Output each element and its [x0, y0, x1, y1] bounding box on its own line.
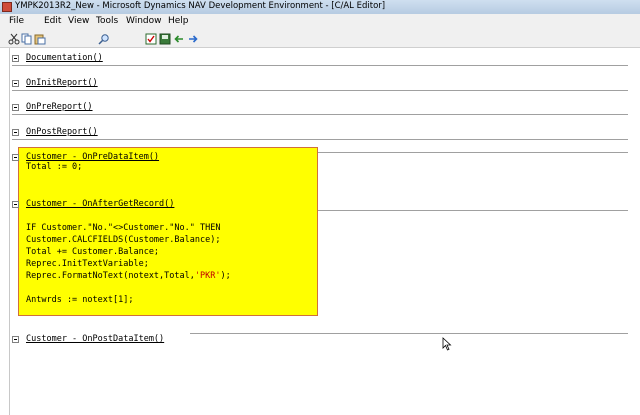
collapse-icon[interactable] [12, 129, 19, 136]
menu-view[interactable]: View [68, 16, 89, 26]
window-title: YMPK2013R2_New - Microsoft Dynamics NAV … [15, 1, 386, 11]
menu-bar: File Edit View Tools Window Help [0, 14, 640, 30]
menu-window[interactable]: Window [126, 16, 162, 26]
trigger-label: Documentation() [26, 53, 103, 63]
trigger-label: OnPreReport() [26, 102, 93, 112]
app-icon [2, 2, 12, 12]
trigger-label: Customer - OnPreDataItem() [26, 152, 160, 162]
back-icon[interactable] [173, 33, 185, 45]
code-string-literal: 'PKR' [194, 271, 221, 281]
cut-icon[interactable] [8, 33, 20, 45]
copy-icon[interactable] [21, 33, 33, 45]
trigger-separator [318, 210, 628, 211]
collapse-icon[interactable] [12, 336, 19, 343]
collapse-icon[interactable] [12, 80, 19, 87]
code-line[interactable]: Reprec.FormatNoText(notext,Total,'PKR'); [26, 271, 231, 281]
trigger-separator [12, 114, 628, 115]
menu-tools[interactable]: Tools [96, 16, 118, 26]
code-line[interactable]: IF Customer."No."<>Customer."No." THEN [26, 223, 220, 233]
trigger-label: Customer - OnPostDataItem() [26, 334, 165, 344]
trigger-label: Customer - OnAfterGetRecord() [26, 199, 175, 209]
menu-help[interactable]: Help [168, 16, 189, 26]
toolbar [0, 30, 640, 48]
collapse-icon[interactable] [12, 55, 19, 62]
save-icon[interactable] [159, 33, 171, 45]
code-text: ); [220, 271, 231, 281]
menu-file[interactable]: File [9, 16, 24, 26]
trigger-separator [12, 90, 628, 91]
trigger-separator [12, 139, 628, 140]
menu-edit[interactable]: Edit [44, 16, 61, 26]
collapse-icon[interactable] [12, 104, 19, 111]
code-line[interactable]: Total := 0; [26, 162, 82, 172]
trigger-separator [12, 65, 628, 66]
title-bar: YMPK2013R2_New - Microsoft Dynamics NAV … [0, 0, 640, 14]
forward-icon[interactable] [187, 33, 199, 45]
collapse-icon[interactable] [12, 201, 19, 208]
editor-gutter [9, 48, 10, 415]
compile-icon[interactable] [145, 33, 157, 45]
trigger-label: OnInitReport() [26, 78, 98, 88]
trigger-separator [318, 152, 628, 153]
trigger-separator [190, 333, 628, 334]
find-icon[interactable] [98, 33, 110, 45]
trigger-label: OnPostReport() [26, 127, 98, 137]
mouse-pointer-icon [442, 336, 452, 351]
code-line[interactable]: Customer.CALCFIELDS(Customer.Balance); [26, 235, 220, 245]
code-line[interactable]: Reprec.InitTextVariable; [26, 259, 149, 269]
paste-icon[interactable] [34, 33, 46, 45]
code-line[interactable]: Antwrds := notext[1]; [26, 295, 133, 305]
code-text: Reprec.FormatNoText(notext,Total, [26, 271, 195, 281]
collapse-icon[interactable] [12, 154, 19, 161]
code-line[interactable]: Total += Customer.Balance; [26, 247, 159, 257]
